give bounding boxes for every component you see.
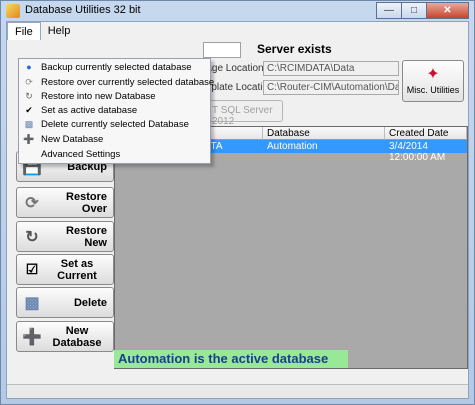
menu-item-advanced-settings[interactable]: Advanced Settings (20, 148, 209, 161)
app-window: Database Utilities 32 bit — □ ✕ File Hel… (0, 0, 475, 405)
storage-location-label: rage Location (203, 63, 264, 74)
window-controls: — □ ✕ (376, 2, 469, 19)
trash-icon: ▩ (24, 294, 40, 312)
menu-item-restore-new-label: Restore into new Database (41, 91, 156, 102)
checkbox-icon: ☑ (25, 261, 39, 277)
plus-icon: ➕ (22, 328, 42, 346)
menu-item-set-active[interactable]: ✔ Set as active database (20, 104, 209, 117)
menu-bar: File Help (7, 22, 468, 40)
window-title: Database Utilities 32 bit (25, 4, 141, 16)
server-status: Server exists (257, 42, 332, 56)
set-current-label: Set as Current (57, 257, 97, 282)
misc-utilities-label: Misc. Utilities (406, 85, 460, 95)
user-database-icon: ● (26, 62, 32, 72)
checkmark-icon: ✔ (25, 105, 33, 115)
menu-item-restore-over[interactable]: ⟳ Restore over currently selected databa… (20, 76, 214, 89)
misc-utilities-button[interactable]: ✦ Misc. Utilities (402, 60, 464, 102)
storage-location-field[interactable]: C:\RCIMDATA\Data (263, 61, 399, 76)
delete-icon: ▩ (24, 119, 34, 129)
status-bar (7, 384, 468, 398)
menu-item-set-active-label: Set as active database (41, 105, 138, 116)
tools-icon: ✦ (426, 66, 440, 83)
app-icon (6, 4, 20, 18)
restore-icon: ⟳ (25, 194, 39, 212)
menu-file[interactable]: File (7, 22, 41, 40)
title-bar: Database Utilities 32 bit — □ ✕ (1, 1, 474, 21)
cell-created-date: 3/4/2014 12:00:00 AM (389, 141, 446, 163)
delete-label: Delete (73, 296, 107, 309)
menu-item-new-database[interactable]: ➕ New Database (20, 133, 209, 146)
menu-item-new-database-label: New Database (41, 134, 104, 145)
active-database-message: Automation is the active database (114, 350, 348, 368)
restore-new-icon: ↻ (25, 91, 33, 101)
menu-item-delete-label: Delete currently selected Database (41, 119, 189, 130)
menu-item-backup[interactable]: ● Backup currently selected database (20, 61, 209, 74)
menu-item-backup-label: Backup currently selected database (41, 62, 192, 73)
restore-over-label: Restore Over (66, 190, 107, 215)
new-database-button[interactable]: ➕ New Database (16, 321, 114, 352)
menu-item-advanced-settings-label: Advanced Settings (41, 149, 121, 160)
server-select[interactable] (203, 42, 241, 58)
set-current-button[interactable]: ☑ Set as Current (16, 254, 114, 285)
grid-header-database[interactable]: Database (263, 127, 385, 140)
restore-icon: ⟳ (25, 77, 33, 87)
restore-over-button[interactable]: ⟳ Restore Over (16, 187, 114, 218)
restore-new-label: Restore New (66, 224, 107, 249)
template-location-field[interactable]: C:\Router-CIM\Automation\Database\Ba (263, 80, 399, 95)
new-database-label: New Database (52, 324, 102, 349)
refresh-icon: ↻ (25, 228, 39, 246)
new-database-icon: ➕ (23, 134, 35, 144)
menu-help[interactable]: Help (41, 22, 78, 40)
sql-server-button[interactable]: T SQL Server 2012 (203, 100, 283, 127)
maximize-button[interactable]: □ (401, 2, 426, 19)
menu-item-restore-new[interactable]: ↻ Restore into new Database (20, 90, 209, 103)
restore-new-button[interactable]: ↻ Restore New (16, 221, 114, 252)
delete-button[interactable]: ▩ Delete (16, 287, 114, 318)
close-button[interactable]: ✕ (426, 2, 469, 19)
grid-header-created-date[interactable]: Created Date (385, 127, 467, 140)
minimize-button[interactable]: — (376, 2, 401, 19)
menu-item-delete[interactable]: ▩ Delete currently selected Database (20, 118, 209, 131)
menu-item-restore-over-label: Restore over currently selected database (41, 77, 215, 88)
client-area: File Help Server exists rage Location C:… (6, 21, 469, 399)
file-menu-dropdown: ● Backup currently selected database ⟳ R… (18, 58, 214, 164)
cell-database: Automation (267, 141, 318, 152)
